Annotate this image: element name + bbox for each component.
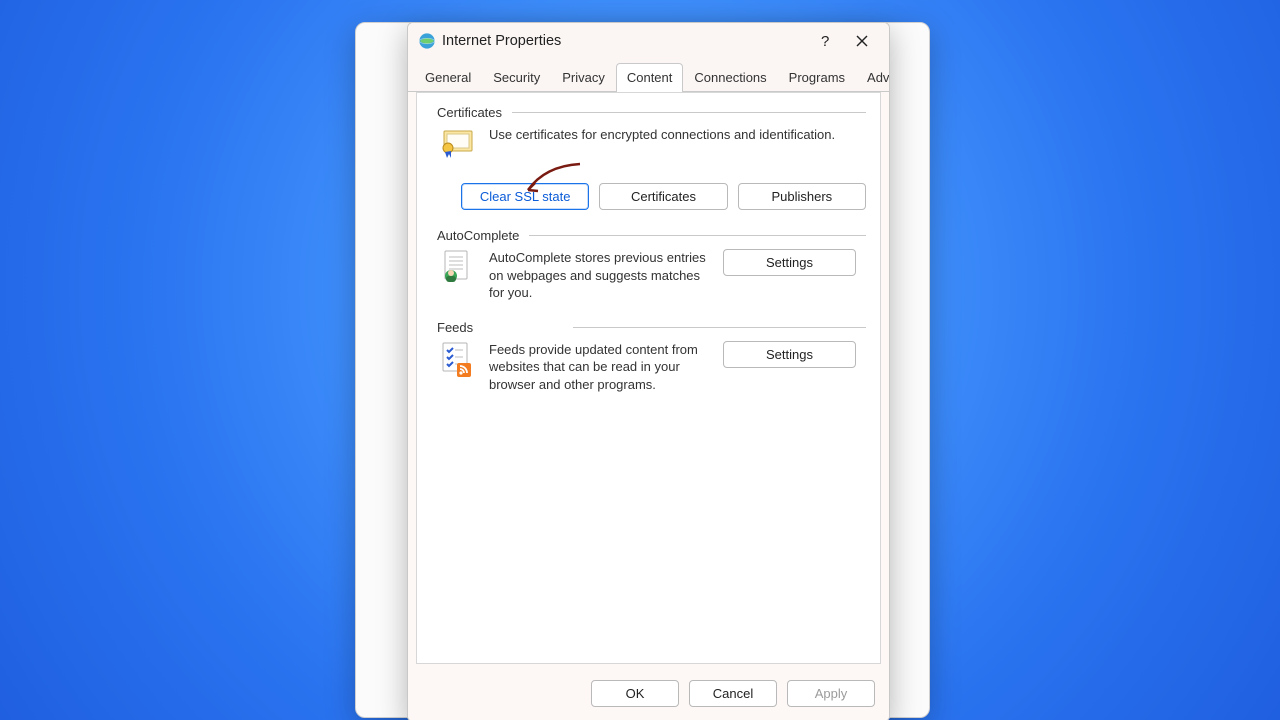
tab-connections[interactable]: Connections xyxy=(683,63,777,92)
certificates-button-row: Clear SSL state Certificates Publishers xyxy=(461,183,866,210)
internet-options-icon xyxy=(418,32,436,50)
feeds-settings-button[interactable]: Settings xyxy=(723,341,856,368)
ok-button[interactable]: OK xyxy=(591,680,679,707)
internet-properties-dialog: Internet Properties ? General Security P… xyxy=(407,22,890,720)
apply-button[interactable]: Apply xyxy=(787,680,875,707)
tab-security[interactable]: Security xyxy=(482,63,551,92)
certificate-icon xyxy=(437,148,477,163)
feeds-group: Feeds xyxy=(437,320,866,394)
help-button[interactable]: ? xyxy=(805,27,843,55)
tab-programs[interactable]: Programs xyxy=(778,63,856,92)
feeds-description: Feeds provide updated content from websi… xyxy=(489,341,711,394)
window-title: Internet Properties xyxy=(442,33,561,49)
tab-privacy[interactable]: Privacy xyxy=(551,63,616,92)
content-panel: Certificates Use certificates for encryp… xyxy=(416,92,881,664)
tab-advanced[interactable]: Advanced xyxy=(856,63,890,92)
autocomplete-icon xyxy=(437,273,477,288)
cancel-button[interactable]: Cancel xyxy=(689,680,777,707)
publishers-button[interactable]: Publishers xyxy=(738,183,866,210)
certificates-button[interactable]: Certificates xyxy=(599,183,727,210)
feeds-heading: Feeds xyxy=(437,320,473,335)
autocomplete-settings-button[interactable]: Settings xyxy=(723,249,856,276)
titlebar: Internet Properties ? xyxy=(408,23,889,59)
certificates-description: Use certificates for encrypted connectio… xyxy=(489,126,849,144)
autocomplete-description: AutoComplete stores previous entries on … xyxy=(489,249,711,302)
tab-strip: General Security Privacy Content Connect… xyxy=(408,59,889,92)
feeds-icon xyxy=(437,365,477,380)
svg-text:?: ? xyxy=(821,33,829,49)
dialog-footer: OK Cancel Apply xyxy=(408,672,889,720)
tab-general[interactable]: General xyxy=(414,63,482,92)
certificates-group: Certificates Use certificates for encryp… xyxy=(437,105,866,210)
autocomplete-heading: AutoComplete xyxy=(437,228,519,243)
clear-ssl-state-button[interactable]: Clear SSL state xyxy=(461,183,589,210)
close-icon xyxy=(856,35,868,47)
tab-content[interactable]: Content xyxy=(616,63,684,92)
autocomplete-group: AutoComplete xyxy=(437,228,866,302)
certificates-heading: Certificates xyxy=(437,105,502,120)
close-button[interactable] xyxy=(843,27,881,55)
